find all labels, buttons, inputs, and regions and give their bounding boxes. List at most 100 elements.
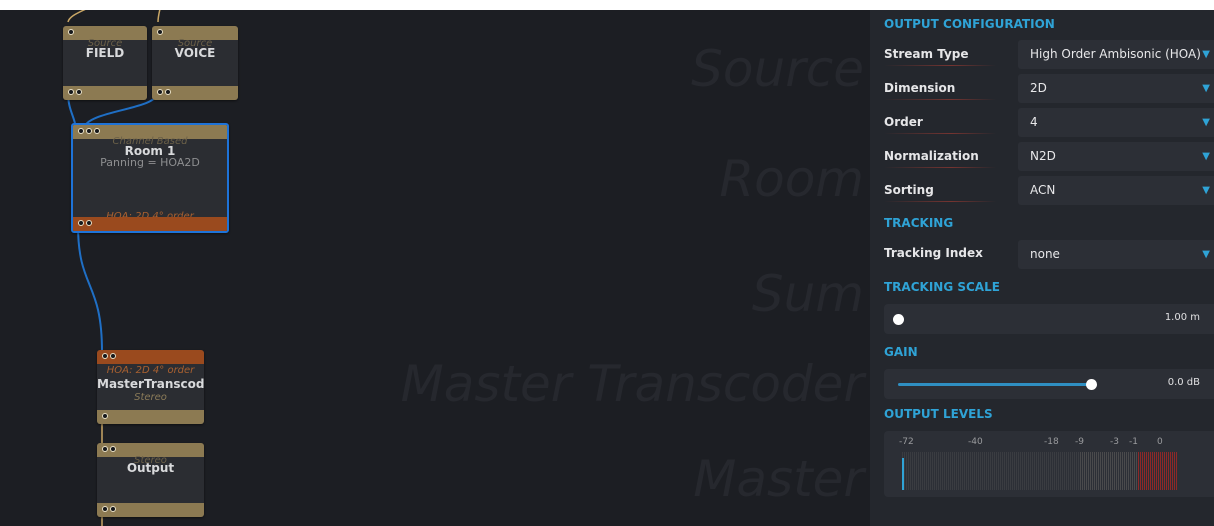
label-underline — [884, 65, 996, 66]
output-port[interactable] — [86, 220, 92, 226]
label-underline — [884, 167, 996, 168]
meter-column — [1126, 452, 1127, 490]
output-port[interactable] — [157, 89, 163, 95]
meter-column — [1138, 452, 1139, 490]
dropdown-stream-type[interactable]: High Order Ambisonic (HOA) ▼ — [1018, 40, 1214, 69]
output-port[interactable] — [165, 89, 171, 95]
meter-column — [934, 452, 935, 490]
input-port[interactable] — [86, 128, 92, 134]
output-port[interactable] — [102, 506, 108, 512]
input-port[interactable] — [102, 446, 108, 452]
meter-column — [1118, 452, 1119, 490]
output-port[interactable] — [68, 89, 74, 95]
meter-column — [1058, 452, 1059, 490]
meter-column — [1002, 452, 1003, 490]
wire-room-master — [77, 224, 103, 353]
chevron-down-icon: ▼ — [1202, 49, 1210, 60]
meter-column — [1018, 452, 1019, 490]
meter-column — [1068, 452, 1069, 490]
input-port[interactable] — [157, 29, 163, 35]
dropdown-order[interactable]: 4 ▼ — [1018, 108, 1214, 137]
input-port[interactable] — [94, 128, 100, 134]
app-window: Source Room Sum Master Transcoder Master… — [0, 10, 1214, 526]
chevron-down-icon: ▼ — [1202, 185, 1210, 196]
meter-column — [1128, 452, 1129, 490]
dropdown-sorting[interactable]: ACN ▼ — [1018, 176, 1214, 205]
chevron-down-icon: ▼ — [1202, 117, 1210, 128]
node-field[interactable]: Source FIELD — [63, 26, 147, 100]
meter-column — [906, 452, 907, 490]
meter-column — [972, 452, 973, 490]
meter-column — [970, 452, 971, 490]
meter-column — [1000, 452, 1001, 490]
output-port[interactable] — [102, 413, 108, 419]
output-port[interactable] — [76, 89, 82, 95]
meter-column — [974, 452, 975, 490]
meter-column — [988, 452, 989, 490]
meter-column — [952, 452, 953, 490]
meter-column — [962, 452, 963, 490]
dropdown-dimension-value: 2D — [1030, 81, 1047, 95]
meter-column — [1078, 452, 1079, 490]
meter-column — [936, 452, 937, 490]
section-tracking: TRACKING — [884, 216, 954, 230]
meter-column — [1164, 452, 1165, 490]
meter-column — [1008, 452, 1009, 490]
input-port[interactable] — [102, 353, 108, 359]
node-output-title: Output — [126, 461, 175, 475]
meter-column — [1120, 452, 1121, 490]
meter-column — [980, 452, 981, 490]
meter-column — [1094, 452, 1095, 490]
wire-field-in — [67, 10, 86, 23]
dropdown-order-value: 4 — [1030, 115, 1038, 129]
slider-gain[interactable]: 0.0 dB — [884, 369, 1214, 399]
output-port[interactable] — [78, 220, 84, 226]
input-port[interactable] — [110, 446, 116, 452]
meter-column — [1142, 452, 1143, 490]
meter-column — [968, 452, 969, 490]
section-tracking-scale: TRACKING SCALE — [884, 280, 1000, 294]
meter-column — [1116, 452, 1117, 490]
node-voice[interactable]: Source VOICE — [152, 26, 238, 100]
input-port[interactable] — [110, 353, 116, 359]
dropdown-normalization[interactable]: N2D ▼ — [1018, 142, 1214, 171]
meter-column — [1146, 452, 1147, 490]
label-underline — [884, 99, 996, 100]
label-underline — [884, 201, 996, 202]
meter-column — [1048, 452, 1049, 490]
meter-column — [984, 452, 985, 490]
chevron-down-icon: ▼ — [1202, 83, 1210, 94]
meter-column — [1032, 452, 1033, 490]
slider-handle[interactable] — [893, 314, 904, 325]
node-output[interactable]: Stereo Output — [97, 443, 204, 517]
meter-column — [966, 452, 967, 490]
label-dimension: Dimension — [884, 81, 956, 95]
meter-column — [938, 452, 939, 490]
dropdown-tracking-index[interactable]: none ▼ — [1018, 240, 1214, 269]
input-port[interactable] — [78, 128, 84, 134]
meter-column — [1152, 452, 1153, 490]
tracking-scale-value: 1.00 m — [1164, 312, 1200, 323]
meter-column — [1136, 452, 1137, 490]
label-underline — [884, 133, 996, 134]
node-room-1[interactable]: Channel Based Room 1 Panning = HOA2D HOA… — [71, 123, 229, 233]
meter-column — [982, 452, 983, 490]
node-graph-canvas[interactable]: Source Room Sum Master Transcoder Master… — [0, 10, 870, 526]
input-port[interactable] — [68, 29, 74, 35]
meter-column — [1006, 452, 1007, 490]
node-master-transcoder[interactable]: HOA: 2D 4° order MasterTranscoder Stereo — [97, 350, 204, 424]
output-port[interactable] — [110, 506, 116, 512]
output-level-meter: -72 -40 -18 -9 -3 -1 0 — [884, 431, 1214, 497]
slider-handle[interactable] — [1086, 379, 1098, 390]
meter-column — [1040, 452, 1041, 490]
slider-tracking-scale[interactable]: 1.00 m — [884, 304, 1214, 334]
meter-column — [1076, 452, 1077, 490]
label-order: Order — [884, 115, 923, 129]
meter-column — [1004, 452, 1005, 490]
meter-column — [1096, 452, 1097, 490]
dropdown-dimension[interactable]: 2D ▼ — [1018, 74, 1214, 103]
meter-column — [1144, 452, 1145, 490]
meter-column — [1044, 452, 1045, 490]
node-voice-title: VOICE — [174, 46, 216, 60]
meter-column — [1042, 452, 1043, 490]
